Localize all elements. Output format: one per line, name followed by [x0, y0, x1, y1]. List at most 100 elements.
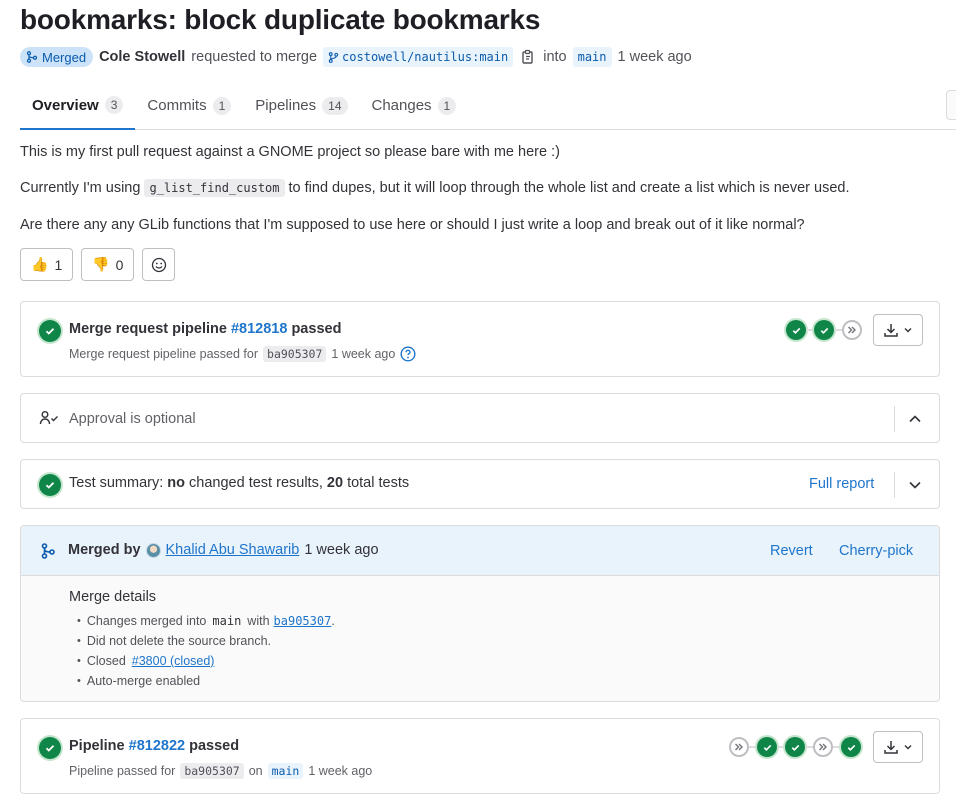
stage-success-icon[interactable] — [785, 737, 805, 757]
detail-text: Changes merged into — [86, 614, 207, 628]
pipeline-title-text: Merge request pipeline — [69, 321, 227, 337]
author-name[interactable]: Cole Stowell — [99, 49, 185, 65]
merged-status-badge: Merged — [20, 47, 94, 67]
merged-widget: Merged by Khalid Abu Shawarib 1 week ago… — [20, 525, 940, 702]
add-reaction-button[interactable] — [142, 248, 176, 281]
stage-skipped-icon[interactable] — [729, 737, 749, 757]
help-icon[interactable] — [400, 346, 416, 362]
sidebar-toggle-button[interactable] — [946, 90, 956, 120]
download-icon — [884, 741, 898, 754]
commit-sha[interactable]: ba905307 — [180, 763, 244, 779]
success-icon — [39, 737, 61, 759]
stage-connector — [805, 746, 813, 748]
description-paragraph: This is my first pull request against a … — [20, 144, 560, 160]
test-changed-count: no — [167, 475, 186, 491]
artifacts-download-button[interactable] — [873, 731, 923, 763]
pipeline-time: 1 week ago — [308, 764, 373, 778]
avatar[interactable] — [145, 542, 161, 558]
pipeline-subtitle: Pipeline passed for ba905307 on main 1 w… — [69, 763, 372, 779]
thumbs-up-reaction-button[interactable]: 👍 1 — [20, 248, 74, 281]
tab-count: 1 — [437, 96, 457, 115]
tab-label: Commits — [147, 97, 207, 114]
stage-connector — [833, 746, 841, 748]
detail-branch: main — [212, 614, 242, 628]
description-text: Currently I'm using — [20, 180, 141, 196]
pipeline-link[interactable]: #812818 — [231, 321, 287, 337]
chevron-down-icon[interactable] — [907, 477, 923, 493]
success-icon — [39, 320, 61, 342]
chevron-up-icon[interactable] — [907, 411, 923, 427]
copy-branch-icon[interactable] — [519, 48, 537, 66]
artifacts-download-button[interactable] — [873, 314, 923, 346]
pipeline-title: Merge request pipeline #812818 passed — [69, 321, 341, 337]
description-paragraph: Currently I'm using g_list_find_custom t… — [20, 179, 940, 197]
pipeline-widget: Pipeline #812822 passed Pipeline passed … — [20, 718, 940, 794]
pipeline-status-text: passed — [291, 321, 342, 337]
approval-widget: Approval is optional — [20, 393, 940, 443]
merged-status-label: Merged — [42, 49, 87, 65]
requested-text: requested to merge — [191, 49, 318, 65]
success-icon — [39, 474, 61, 496]
tab-label: Pipelines — [255, 97, 317, 114]
stage-success-icon[interactable] — [786, 320, 806, 340]
mr-tabs: Overview 3 Commits 1 Pipelines 14 Change… — [20, 82, 956, 130]
pipeline-status-text: passed — [189, 738, 240, 754]
list-item: Closed #3800 (closed) — [69, 651, 335, 671]
pipeline-stages — [729, 737, 861, 757]
pipeline-sub-text: Merge request pipeline passed for — [69, 347, 259, 361]
merged-time: 1 week ago — [304, 542, 379, 558]
detail-text: with — [247, 614, 270, 628]
stage-success-icon[interactable] — [757, 737, 777, 757]
approval-icon — [39, 411, 58, 425]
test-summary-mid: changed test results, — [189, 475, 323, 491]
detail-text: Closed — [86, 654, 126, 668]
test-summary-widget: Test summary: no changed test results, 2… — [20, 459, 940, 509]
pipeline-stages — [786, 320, 862, 340]
cherry-pick-button[interactable]: Cherry-pick — [839, 543, 913, 559]
pipeline-time: 1 week ago — [331, 347, 396, 361]
tab-overview[interactable]: Overview 3 — [20, 82, 136, 130]
pipeline-on-text: on — [248, 764, 263, 778]
merge-icon — [41, 543, 55, 559]
tab-count: 3 — [104, 96, 124, 114]
description-paragraph: Are there any any GLib functions that I'… — [20, 217, 805, 233]
target-branch[interactable]: main — [572, 47, 612, 67]
thumbs-down-reaction-button[interactable]: 👎 0 — [81, 248, 135, 281]
closed-issue-link[interactable]: #3800 (closed) — [132, 654, 215, 668]
stage-success-icon[interactable] — [841, 737, 861, 757]
tab-label: Overview — [32, 96, 99, 114]
reaction-count: 1 — [54, 256, 63, 273]
thumbs-up-icon: 👍 — [31, 256, 49, 272]
pipeline-title: Pipeline #812822 passed — [69, 738, 239, 754]
full-report-link[interactable]: Full report — [809, 476, 874, 492]
stage-connector — [834, 329, 842, 331]
mr-time: 1 week ago — [617, 49, 692, 65]
pipeline-title-text: Pipeline — [69, 738, 125, 754]
list-item: Did not delete the source branch. — [69, 631, 335, 651]
pipeline-branch[interactable]: main — [267, 763, 304, 779]
branch-icon — [328, 51, 339, 63]
tab-commits[interactable]: Commits 1 — [135, 82, 243, 129]
pipeline-link[interactable]: #812822 — [129, 738, 185, 754]
test-summary-label: Test summary: — [69, 475, 164, 491]
merge-commit-link[interactable]: ba905307 — [274, 614, 332, 628]
stage-success-icon[interactable] — [814, 320, 834, 340]
merge-details-title: Merge details — [69, 589, 157, 605]
reaction-count: 0 — [115, 256, 124, 273]
chevron-down-icon — [904, 745, 912, 750]
revert-button[interactable]: Revert — [770, 543, 813, 559]
source-branch[interactable]: costowell/nautilus:main — [323, 47, 514, 67]
merged-by-user-link[interactable]: Khalid Abu Shawarib — [166, 542, 300, 558]
mr-title: bookmarks: block duplicate bookmarks — [20, 4, 541, 35]
stage-skipped-icon[interactable] — [842, 320, 862, 340]
approval-text: Approval is optional — [69, 411, 196, 427]
test-total-count: 20 — [326, 475, 344, 491]
stage-skipped-icon[interactable] — [813, 737, 833, 757]
tab-changes[interactable]: Changes 1 — [360, 82, 469, 129]
tab-pipelines[interactable]: Pipelines 14 — [243, 82, 359, 129]
merged-header: Merged by Khalid Abu Shawarib 1 week ago… — [21, 526, 939, 576]
commit-sha[interactable]: ba905307 — [263, 346, 327, 362]
pipeline-subtitle: Merge request pipeline passed for ba9053… — [69, 346, 416, 362]
list-item: Auto-merge enabled — [69, 671, 335, 691]
divider — [894, 472, 895, 498]
